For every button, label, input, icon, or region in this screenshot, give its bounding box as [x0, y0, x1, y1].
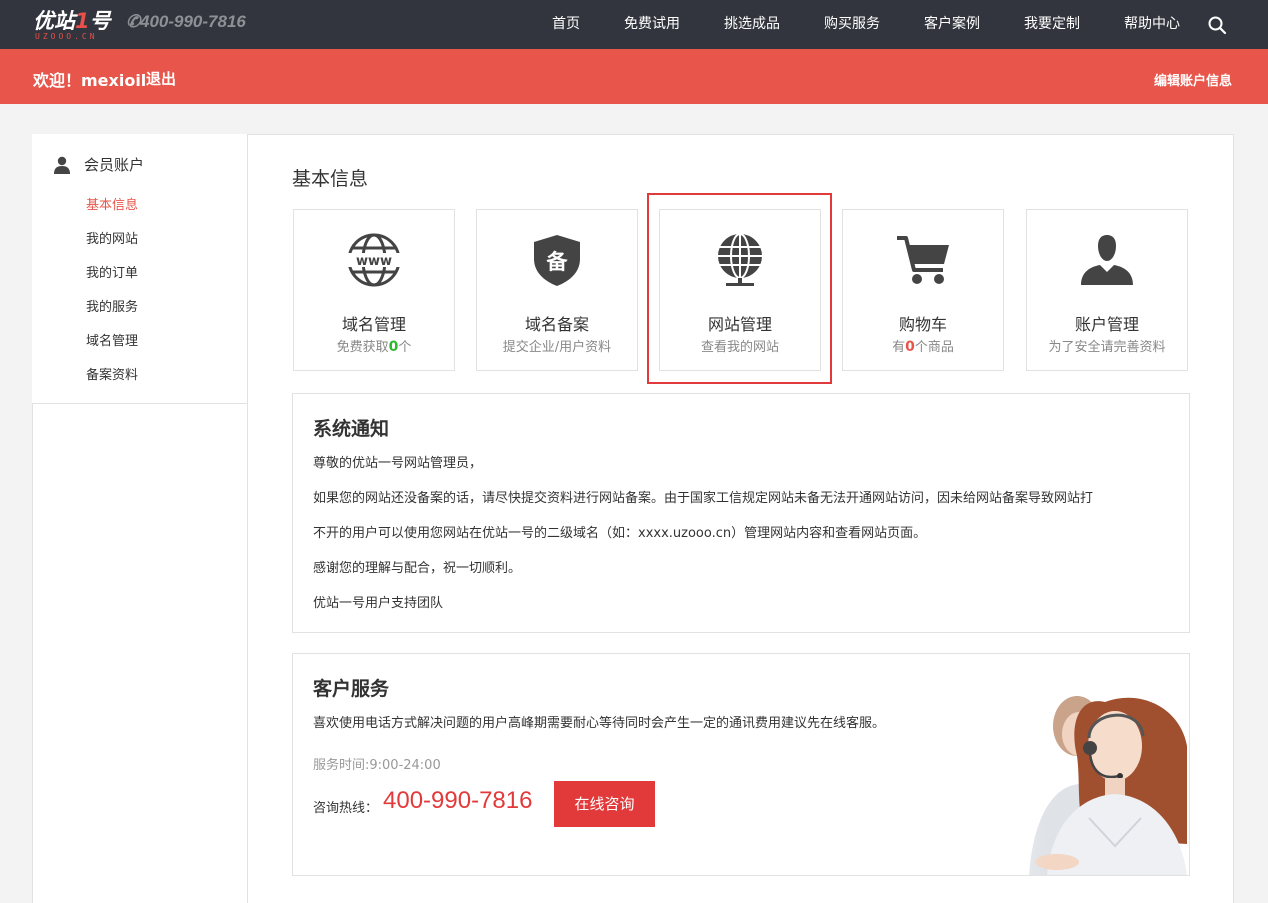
card-subtitle: 免费获取0个 [336, 339, 412, 355]
card-subtitle: 有0个商品 [892, 339, 954, 355]
welcome-bar: 欢迎！mexioil 退出 编辑账户信息 [0, 49, 1268, 104]
card-title: 购物车 [898, 315, 947, 334]
nav-custom[interactable]: 我要定制 [1024, 0, 1080, 49]
sidebar-item-basic-info[interactable]: 基本信息 [86, 194, 138, 213]
card-title: 域名管理 [341, 315, 406, 334]
beian-shield-icon: 备 [534, 235, 580, 286]
notice-line: 优站一号用户支持团队 [313, 596, 444, 611]
sidebar-item-my-sites[interactable]: 我的网站 [86, 228, 138, 247]
logout-link[interactable]: 退出 [146, 68, 176, 89]
system-notice: 系统通知 尊敬的优站一号网站管理员， 如果您的网站还没备案的话，请尽快提交资料进… [292, 393, 1190, 633]
hotline-number: 400-990-7816 [383, 787, 533, 814]
card-title: 账户管理 [1074, 315, 1139, 334]
nav-free-trial[interactable]: 免费试用 [624, 0, 680, 49]
sidebar: 会员账户 基本信息 我的网站 我的订单 我的服务 域名管理 备案资料 [32, 134, 248, 903]
free-domain-count: 0 [388, 339, 399, 355]
user-icon [54, 156, 70, 174]
svg-text:www: www [356, 254, 392, 269]
sidebar-item-my-orders[interactable]: 我的订单 [86, 262, 138, 281]
sidebar-heading: 会员账户 [52, 154, 144, 175]
sidebar-heading-label: 会员账户 [84, 156, 145, 174]
customer-service: 客户服务 喜欢使用电话方式解决问题的用户高峰期需要耐心等待同时会产生一定的通讯费… [292, 653, 1190, 876]
sidebar-item-my-services[interactable]: 我的服务 [86, 296, 138, 315]
notice-line: 尊敬的优站一号网站管理员， [313, 456, 483, 471]
welcome-greeting: 欢迎！mexioil [33, 71, 147, 90]
top-navbar: 优站1号 UZOOO.CN ✆400-990-7816 首页 免费试用 挑选成品… [0, 0, 1268, 49]
service-title: 客户服务 [313, 678, 390, 700]
service-description: 喜欢使用电话方式解决问题的用户高峰期需要耐心等待同时会产生一定的通讯费用建议先在… [313, 716, 886, 731]
svg-text:备: 备 [546, 250, 569, 274]
card-domain-management[interactable]: www 域名管理 免费获取0个 [293, 209, 455, 371]
notice-line: 感谢您的理解与配合，祝一切顺利。 [313, 561, 522, 576]
header-phone-number: 400-990-7816 [140, 12, 246, 31]
card-subtitle: 提交企业/用户资料 [502, 340, 612, 355]
search-icon[interactable] [1207, 15, 1227, 35]
service-hours: 服务时间:9:00-24:00 [313, 758, 441, 773]
shopping-cart-icon [897, 236, 949, 284]
page-title: 基本信息 [292, 168, 369, 190]
card-shopping-cart[interactable]: 购物车 有0个商品 [842, 209, 1004, 371]
edit-account-link[interactable]: 编辑账户信息 [1154, 70, 1232, 89]
card-domain-filing[interactable]: 备 域名备案 提交企业/用户资料 [476, 209, 638, 371]
site-logo[interactable]: 优站1号 UZOOO.CN [33, 8, 113, 42]
hotline-label: 咨询热线： [313, 801, 379, 816]
phone-icon: ✆ [126, 12, 141, 31]
selection-highlight-box [647, 193, 832, 384]
logo-subtext: UZOOO.CN [35, 32, 98, 41]
notice-line: 不开的用户可以使用您网站在优站一号的二级域名（如：xxxx.uzooo.cn）管… [313, 526, 927, 541]
support-agent-illustration [929, 666, 1189, 875]
nav-buy-service[interactable]: 购买服务 [824, 0, 880, 49]
www-globe-icon: www [346, 233, 402, 287]
main-nav: 首页 免费试用 挑选成品 购买服务 客户案例 我要定制 帮助中心 [508, 0, 1180, 49]
account-user-icon [1081, 235, 1133, 285]
nav-cases[interactable]: 客户案例 [924, 0, 980, 49]
sidebar-item-icp-filing[interactable]: 备案资料 [86, 364, 138, 383]
card-title: 域名备案 [524, 315, 589, 334]
card-subtitle: 为了安全请完善资料 [1048, 340, 1166, 355]
logo-text: 优站1号 [33, 9, 111, 33]
nav-templates[interactable]: 挑选成品 [724, 0, 780, 49]
sidebar-item-domains[interactable]: 域名管理 [86, 330, 138, 349]
nav-home[interactable]: 首页 [552, 0, 580, 49]
sidebar-menu: 会员账户 基本信息 我的网站 我的订单 我的服务 域名管理 备案资料 [32, 134, 247, 404]
nav-help[interactable]: 帮助中心 [1124, 0, 1180, 49]
cart-item-count: 0 [905, 339, 915, 355]
notice-line: 如果您的网站还没备案的话，请尽快提交资料进行网站备案。由于国家工信规定网站未备无… [313, 491, 1094, 506]
card-account-management[interactable]: 账户管理 为了安全请完善资料 [1026, 209, 1188, 371]
header-phone: ✆400-990-7816 [126, 12, 246, 32]
notice-title: 系统通知 [313, 418, 390, 440]
online-consult-button[interactable]: 在线咨询 [554, 781, 655, 827]
